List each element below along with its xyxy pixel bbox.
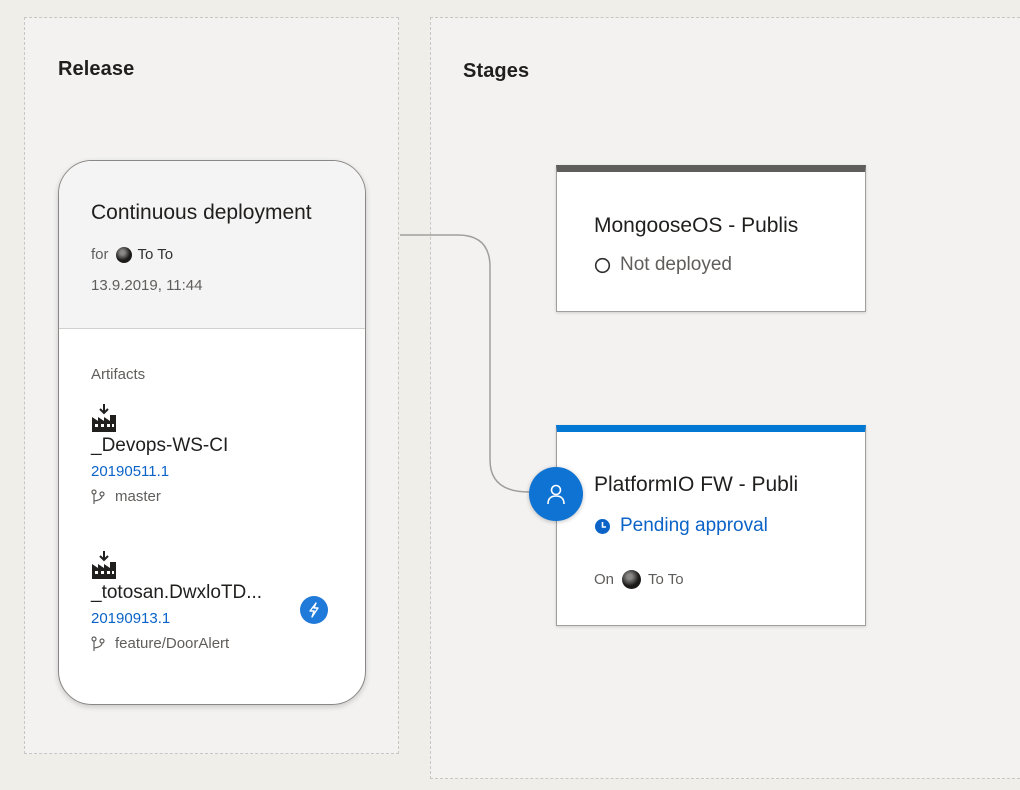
- requested-by-name[interactable]: To To: [138, 246, 174, 263]
- for-label: for: [91, 246, 109, 263]
- clock-icon: [595, 518, 610, 534]
- stage-status: Not deployed: [594, 254, 732, 276]
- build-artifact-icon: [92, 404, 116, 432]
- lightning-glyph: [309, 602, 319, 618]
- stage-name: PlatformIO FW - Publi: [594, 473, 799, 496]
- artifact-name: _Devops-WS-CI: [91, 435, 229, 456]
- user-avatar: [115, 246, 132, 263]
- trigger-date: 13.9.2019, 11:44: [91, 277, 203, 294]
- build-artifact-icon: [92, 551, 116, 579]
- stage-deployed-on: On To To: [594, 570, 684, 589]
- on-label: On: [594, 571, 615, 588]
- stage-user-name: To To: [648, 571, 684, 588]
- stage-card-platformio[interactable]: PlatformIO FW - Publi Pending approval O…: [556, 425, 866, 626]
- trigger-title: Continuous deployment: [91, 201, 312, 224]
- trigger-section: Continuous deployment for To To 13.9.201…: [59, 161, 365, 329]
- artifact-branch: feature/DoorAlert: [91, 635, 341, 652]
- stage-status[interactable]: Pending approval: [594, 515, 768, 537]
- circle-outline-icon: [594, 257, 611, 273]
- trigger-requested-for: for To To: [91, 246, 173, 263]
- artifact-branch-name: feature/DoorAlert: [115, 635, 230, 652]
- stage-name: MongooseOS - Publis: [594, 214, 799, 237]
- artifact-item[interactable]: _totosan.DwxloTD... 20190913.1 feature/D…: [91, 550, 341, 652]
- release-card[interactable]: Continuous deployment for To To 13.9.201…: [58, 160, 366, 705]
- artifact-branch-name: master: [115, 488, 161, 505]
- artifact-version-link[interactable]: 20190511.1: [91, 463, 341, 480]
- approver-button[interactable]: [529, 467, 583, 521]
- branch-icon: [91, 635, 105, 651]
- connector-to-platformio-stage: [400, 234, 530, 493]
- stage-status-text: Not deployed: [620, 254, 732, 275]
- lightning-icon[interactable]: [300, 596, 328, 624]
- artifact-item[interactable]: _Devops-WS-CI 20190511.1 master: [91, 403, 341, 505]
- user-avatar: [622, 570, 642, 589]
- stage-card-mongooseos[interactable]: MongooseOS - Publis Not deployed: [556, 165, 866, 312]
- branch-icon: [91, 488, 105, 504]
- stage-status-text[interactable]: Pending approval: [620, 515, 768, 537]
- artifacts-label: Artifacts: [91, 366, 146, 383]
- person-icon: [547, 484, 565, 505]
- artifact-branch: master: [91, 488, 341, 505]
